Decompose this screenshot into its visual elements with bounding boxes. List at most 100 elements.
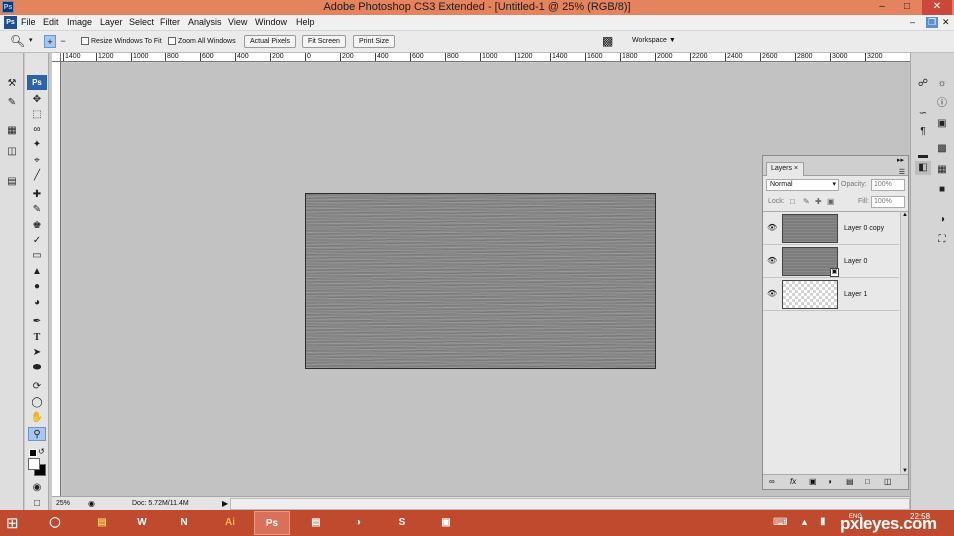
layers-panel-icon[interactable]: ◧ [915, 161, 931, 175]
lock-transparency-icon[interactable]: □ [790, 197, 795, 206]
panel-menu-icon[interactable]: ☰ [899, 168, 905, 176]
taskbar-paint[interactable]: ◑ [340, 511, 376, 535]
crop-tool-icon[interactable]: ⌖ [28, 154, 46, 168]
add-mask-icon[interactable]: ▣ [809, 477, 817, 486]
status-expand-icon[interactable]: ▶ [222, 499, 228, 508]
paths-icon[interactable]: ∽ [915, 107, 931, 121]
link-layers-icon[interactable]: ∞ [769, 477, 775, 486]
brushes-icon[interactable]: ✎ [4, 96, 20, 110]
lasso-tool-icon[interactable]: ∞ [28, 123, 46, 137]
taskbar-skype[interactable]: S [384, 511, 420, 535]
taskbar-photoshop[interactable]: Ps [254, 511, 290, 535]
visibility-eye-icon[interactable]: 👁︎ [767, 257, 777, 265]
layer-style-icon[interactable]: fx [790, 477, 796, 486]
marquee-tool-icon[interactable]: ⬚ [28, 108, 46, 122]
menu-image[interactable]: Image [67, 17, 92, 27]
doc-minimize-button[interactable]: – [910, 17, 915, 27]
menu-filter[interactable]: Filter [160, 17, 180, 27]
eraser-tool-icon[interactable]: ▭ [28, 249, 46, 263]
lock-position-icon[interactable]: ✚ [815, 197, 822, 206]
layers-scrollbar[interactable]: ▲ ▼ [900, 212, 908, 474]
resize-windows-checkbox[interactable]: Resize Windows To Fit [81, 37, 162, 45]
menu-help[interactable]: Help [296, 17, 315, 27]
taskbar-internet-explorer[interactable]: ◯ [37, 511, 73, 535]
masks-icon[interactable]: ◑ [934, 213, 950, 227]
menu-file[interactable]: File [21, 17, 36, 27]
dodge-tool-icon[interactable]: ◕ [28, 296, 46, 310]
character-icon[interactable]: ¶ [915, 125, 931, 139]
bridge-icon[interactable]: ▩ [602, 34, 613, 48]
document-canvas[interactable] [305, 193, 656, 369]
taskbar-file-explorer[interactable]: ▤ [84, 511, 120, 535]
type-tool-icon[interactable]: T [28, 331, 46, 345]
channels-icon[interactable]: ▦ [934, 163, 950, 177]
info-icon[interactable]: ⓘ [934, 97, 950, 111]
zoom-all-checkbox[interactable]: Zoom All Windows [168, 37, 236, 45]
doc-restore-button[interactable]: ❐ [926, 17, 938, 28]
blur-tool-icon[interactable]: ● [28, 280, 46, 294]
battery-icon[interactable]: ▮ [820, 516, 826, 527]
ruler-origin[interactable] [52, 53, 61, 62]
taskbar-illustrator[interactable]: Ai [212, 511, 248, 535]
start-windows-icon[interactable]: ⊞ [6, 514, 19, 532]
history-icon[interactable]: ◫ [4, 145, 20, 159]
opacity-input[interactable]: 100% [871, 179, 905, 191]
close-tab-icon[interactable]: × [794, 165, 798, 172]
menu-layer[interactable]: Layer [100, 17, 123, 27]
pen-tool-icon[interactable]: ✒ [28, 315, 46, 329]
scroll-up-icon[interactable]: ▲ [902, 212, 908, 218]
layer-row[interactable]: 👁︎ ▣ Layer 0 [763, 245, 899, 278]
print-size-button[interactable]: Print Size [353, 35, 395, 48]
menu-view[interactable]: View [228, 17, 247, 27]
zoom-tool-preset-icon[interactable]: 🔍︎ [10, 34, 25, 48]
magic-wand-icon[interactable]: ✦ [28, 138, 46, 152]
swap-colors-icon[interactable]: ↺ [38, 447, 45, 456]
taskbar-onenote[interactable]: N [166, 511, 202, 535]
preset-dropdown-icon[interactable]: ▾ [29, 36, 33, 44]
lock-all-icon[interactable]: ▣ [827, 197, 835, 206]
slice-tool-icon[interactable]: ╱ [28, 169, 46, 183]
layer-row[interactable]: 👁︎ Layer 1 [763, 278, 899, 311]
3d-rotate-icon[interactable]: ⟳ [28, 380, 46, 394]
minimize-button[interactable]: – [871, 0, 893, 15]
zoom-in-icon[interactable]: + [44, 35, 56, 48]
menu-select[interactable]: Select [129, 17, 154, 27]
clone-stamp-icon[interactable]: ♚ [28, 219, 46, 233]
default-colors-icon[interactable] [29, 449, 37, 457]
fill-input[interactable]: 100% [871, 196, 905, 208]
tool-presets-icon[interactable]: ⚒ [4, 77, 20, 91]
clone-source-icon[interactable]: ▦ [4, 124, 20, 138]
healing-brush-icon[interactable]: ✚ [28, 188, 46, 202]
workspace-menu[interactable]: Workspace ▼ [632, 37, 676, 44]
history-brush-icon[interactable]: ✓ [28, 234, 46, 248]
lock-pixels-icon[interactable]: ✎ [803, 197, 810, 206]
keyboard-icon[interactable]: ⌨ [773, 517, 787, 528]
doc-close-button[interactable]: ✕ [942, 17, 950, 28]
path-selection-icon[interactable]: ➤ [28, 346, 46, 360]
navigator-icon[interactable]: ☍ [915, 77, 931, 91]
show-hidden-icons[interactable]: ▲ [800, 517, 809, 527]
taskbar-photo-viewer[interactable]: ▣ [428, 511, 464, 535]
transform-icon[interactable]: ⛶ [934, 233, 950, 247]
eyedropper-icon[interactable]: ◯ [28, 396, 46, 410]
quick-mask-icon[interactable]: ◉ [28, 481, 46, 495]
menu-window[interactable]: Window [255, 17, 287, 27]
adjustment-layer-icon[interactable]: ◑ [827, 477, 832, 486]
move-tool-icon[interactable]: ✥ [28, 93, 46, 107]
shape-tool-icon[interactable]: ⬬ [28, 361, 46, 375]
visibility-eye-icon[interactable]: 👁︎ [767, 290, 777, 298]
styles-icon[interactable]: ■ [934, 183, 950, 197]
swatches-icon[interactable]: ▩ [934, 142, 950, 156]
adjustments-icon[interactable]: ▣ [934, 117, 950, 131]
screen-mode-icon[interactable]: □ [28, 497, 46, 511]
collapse-panel-icon[interactable]: ▸▸ [897, 156, 904, 164]
color-icon[interactable]: ☼ [934, 77, 950, 91]
hand-tool-icon[interactable]: ✋ [28, 411, 46, 425]
new-layer-icon[interactable]: □ [865, 477, 870, 486]
foreground-color-swatch[interactable] [28, 458, 40, 470]
layer-row[interactable]: 👁︎ Layer 0 copy [763, 212, 899, 245]
taskbar-office[interactable]: ▤ [298, 511, 334, 535]
paint-bucket-icon[interactable]: ▲ [28, 265, 46, 279]
actions-icon[interactable]: ▤ [4, 175, 20, 189]
blend-mode-select[interactable]: Normal ▾ [766, 179, 839, 191]
